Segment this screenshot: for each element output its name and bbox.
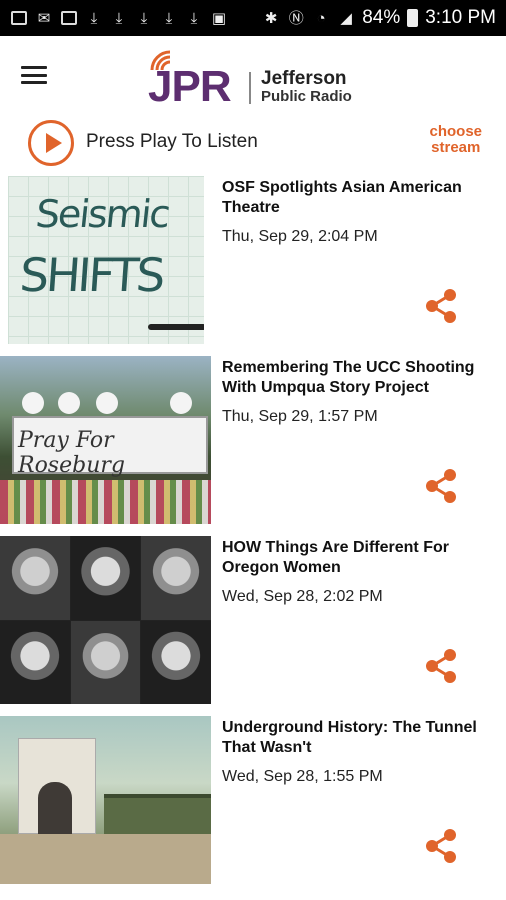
story-list: Seismic SHIFTS OSF Spotlights Asian Amer… (0, 172, 506, 892)
story-item[interactable]: Pray For Roseburg Remembering The UCC Sh… (0, 352, 506, 532)
story-thumbnail[interactable]: Seismic SHIFTS (8, 176, 204, 344)
notification-icons: ✉ ⤓ ⤓ ⤓ ⤓ ⤓ ▣ (10, 10, 228, 26)
play-button[interactable] (28, 120, 74, 166)
ground (0, 834, 211, 884)
share-icon[interactable] (424, 648, 458, 684)
thumbnail-text: SHIFTS (18, 248, 165, 302)
app-header: JPR Jefferson Public Radio (0, 36, 506, 114)
download-icon: ⤓ (165, 9, 173, 27)
tunnel-arch (38, 782, 72, 834)
story-date: Wed, Sep 28, 1:55 PM (222, 768, 383, 785)
story-title[interactable]: Underground History: The Tunnel That Was… (222, 718, 492, 758)
story-item[interactable]: HOW Things Are Different For Oregon Wome… (0, 532, 506, 712)
clock: 3:10 PM (425, 7, 496, 28)
status-bar: ✉ ⤓ ⤓ ⤓ ⤓ ⤓ ▣ ✱ Ⓝ ◔ ◢ 84% 3:10 PM (0, 0, 506, 36)
balloon (58, 392, 80, 414)
story-item[interactable]: Seismic SHIFTS OSF Spotlights Asian Amer… (0, 172, 506, 352)
logo-divider (249, 72, 251, 104)
logo-name-line1: Jefferson (261, 68, 347, 89)
choose-stream-button[interactable]: choose stream (429, 124, 482, 156)
system-status: ✱ Ⓝ ◔ ◢ 84% 3:10 PM (262, 7, 496, 29)
download-icon: ⤓ (115, 9, 123, 27)
story-title[interactable]: Remembering The UCC Shooting With Umpqua… (222, 358, 492, 398)
logo-jpr-text: JPR (148, 62, 232, 111)
signal-icon: ◢ (340, 9, 352, 27)
play-label[interactable]: Press Play To Listen (86, 131, 258, 153)
share-icon[interactable] (424, 828, 458, 864)
image-icon: ▣ (211, 9, 227, 27)
story-title[interactable]: HOW Things Are Different For Oregon Wome… (222, 538, 492, 578)
download-icon: ⤓ (90, 9, 98, 27)
story-thumbnail[interactable] (0, 536, 211, 704)
choose-stream-line2: stream (431, 139, 481, 156)
portrait (141, 620, 211, 704)
share-icon[interactable] (424, 468, 458, 504)
thumbnail-text: Seismic (33, 192, 171, 236)
portrait (0, 620, 70, 704)
bluetooth-icon: ✱ (264, 9, 278, 27)
facebook-icon (10, 10, 28, 26)
story-date: Thu, Sep 29, 2:04 PM (222, 228, 378, 245)
mail-icon: ✉ (37, 9, 51, 27)
portrait (0, 536, 70, 620)
story-date: Wed, Sep 28, 2:02 PM (222, 588, 383, 605)
story-thumbnail[interactable]: Pray For Roseburg (0, 356, 211, 524)
download-icon: ⤓ (190, 9, 198, 27)
nfc-icon: Ⓝ (288, 9, 304, 27)
train (104, 794, 211, 834)
marker-pen (148, 324, 204, 330)
story-thumbnail[interactable] (0, 716, 211, 884)
thumbnail-text: Pray For Roseburg (18, 428, 125, 478)
story-date: Thu, Sep 29, 1:57 PM (222, 408, 378, 425)
choose-stream-line1: choose (429, 123, 482, 140)
flipboard-icon (60, 10, 78, 26)
logo-name-line2: Public Radio (261, 88, 352, 105)
balloon (22, 392, 44, 414)
story-item[interactable]: Underground History: The Tunnel That Was… (0, 712, 506, 892)
flowers (0, 480, 211, 524)
jpr-logo: JPR Jefferson Public Radio (148, 44, 368, 111)
player-bar: Press Play To Listen choose stream (0, 114, 506, 170)
portrait (70, 620, 141, 704)
portrait (141, 536, 211, 620)
battery-percent: 84% (362, 7, 401, 28)
portrait (70, 536, 141, 620)
balloon (170, 392, 192, 414)
wifi-icon: ◔ (316, 9, 326, 27)
story-title[interactable]: OSF Spotlights Asian American Theatre (222, 178, 492, 218)
battery-icon (407, 9, 419, 27)
balloon (96, 392, 118, 414)
share-icon[interactable] (424, 288, 458, 324)
download-icon: ⤓ (140, 9, 148, 27)
menu-icon[interactable] (21, 66, 47, 84)
